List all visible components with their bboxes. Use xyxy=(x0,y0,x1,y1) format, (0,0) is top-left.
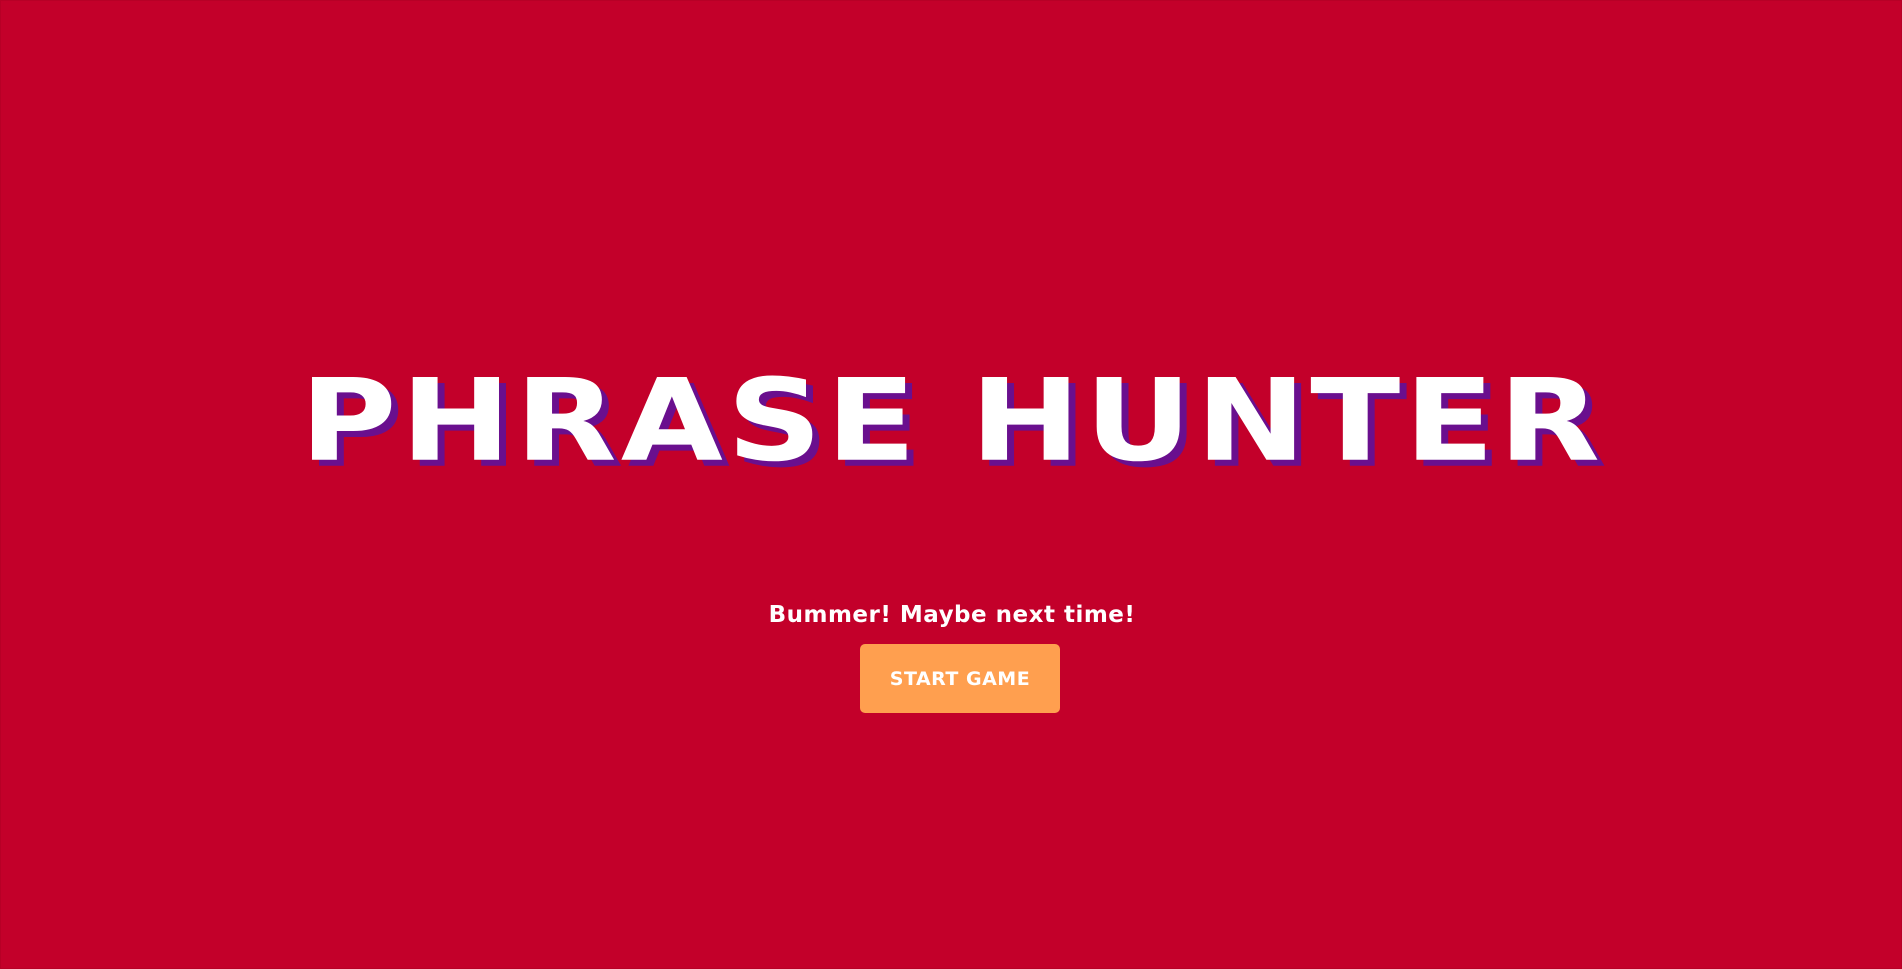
game-title: PHRASE HUNTER xyxy=(299,354,1605,488)
start-game-button[interactable]: START GAME xyxy=(860,644,1060,713)
game-over-message: Bummer! Maybe next time! xyxy=(768,602,1136,628)
game-overlay: PHRASE HUNTER Bummer! Maybe next time! S… xyxy=(0,0,1902,969)
